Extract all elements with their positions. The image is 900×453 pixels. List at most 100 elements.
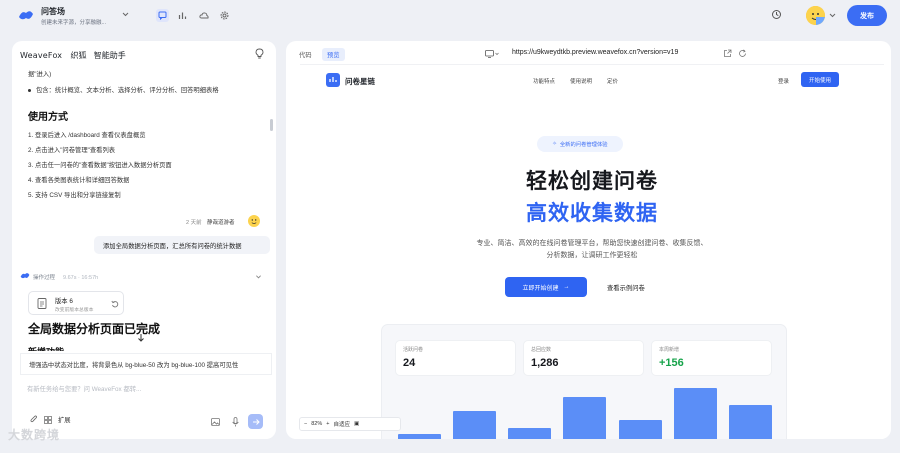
message-text: 包含：统计概览、文本分析、选择分析、评分分析、回答明细表格 [28,85,219,94]
section-heading: 使用方式 [28,112,68,123]
chat-panel: WeaveFox 织狐 智能助手 据"进入) 包含：统计概览、文本分析、选择分析… [12,41,276,439]
external-link-icon[interactable] [723,49,732,58]
chart-bar [453,411,497,439]
avatar[interactable] [806,6,825,25]
stat-label: 总回应数 [531,347,552,353]
chevron-down-icon[interactable] [255,274,262,280]
chevron-down-icon[interactable] [829,12,836,19]
publish-button[interactable]: 发布 [847,5,887,26]
message-time: 2 天前 [186,220,202,226]
tab-preview[interactable]: 预览 [322,48,345,61]
chart-icon[interactable] [176,9,189,22]
create-survey-button[interactable]: 立即开始创建 → [505,277,587,297]
site-preview: 问卷星链 功能特点 使用说明 定价 登录 开始使用 ✧ 全新的问卷管理体验 轻松创… [300,64,884,439]
screenshot-icon[interactable]: ▣ [354,421,359,427]
grid-icon[interactable] [44,415,52,424]
list-item: 4. 查看各类图表统计和详细回答数据 [28,177,130,184]
hero-description: 专业、简洁、高效的在线问卷管理平台，帮助您快速创建问卷、收集反馈、 分析数据，让… [476,240,708,259]
weavefox-logo-icon [20,271,30,280]
chart-bar [728,404,772,439]
avatar [248,215,260,227]
tab-assistant[interactable]: 智能助手 [94,51,126,60]
dashboard-preview: 活跃问卷 24 总回应数 1,286 本周新增 +156 [381,324,787,439]
chat-header: WeaveFox 织狐 智能助手 [20,50,126,61]
zoom-control: − 82% + 自适应 ▣ [299,417,401,431]
login-link[interactable]: 登录 [778,77,789,85]
nav-link-features[interactable]: 功能特点 [533,77,555,85]
feature-badge: ✧ 全新的问卷管理体验 [537,136,623,152]
chart-bar [563,397,607,439]
list-item: 1. 登录后进入 /dashboard 查看仪表盘概览 [28,132,146,139]
stat-label: 活跃问卷 [403,347,424,353]
user-message: 添加全局数据分析页面，汇总所有问卷的统计数据 [94,236,270,254]
address-bar[interactable]: https://u9kweydtkb.preview.weavefox.cn?v… [512,49,678,56]
start-button[interactable]: 开始使用 [801,72,839,87]
version-card[interactable]: 版本 6 改变前版本总版本 [28,291,124,315]
app-name[interactable]: 问答场 [41,6,65,17]
stat-value: +156 [659,357,684,369]
tab-weave[interactable]: 织狐 [70,51,86,60]
nav-link-pricing[interactable]: 定价 [607,77,618,85]
nav-link-guide[interactable]: 使用说明 [570,77,592,85]
chart-bar [618,420,662,439]
arrow-down-icon[interactable] [137,333,145,343]
document-icon [37,298,47,309]
sparkle-icon: ✧ [552,141,557,147]
tab-code[interactable]: 代码 [294,48,317,61]
stat-card: 本周新增 +156 [651,340,772,376]
cloud-icon[interactable] [197,9,210,22]
gear-icon[interactable] [218,9,231,22]
chevron-down-icon[interactable] [122,11,129,18]
lightbulb-icon[interactable] [255,48,264,59]
suggestion-chip[interactable]: 增强选中状态对比度，将背景色从 bg-blue-50 改为 bg-blue-10… [20,353,272,375]
message-text: 据"进入) [28,71,52,78]
watermark: 大数跨境 [8,428,61,442]
refresh-icon[interactable] [738,49,747,58]
hero-subtitle: 高效收集数据 [526,202,658,225]
arrow-right-icon: → [563,284,570,290]
minus-icon[interactable]: − [304,421,307,427]
process-label[interactable]: 操作过程 9.67s · 16:57h [33,273,98,281]
image-icon[interactable] [211,418,220,426]
stat-value: 1,286 [531,357,559,369]
app-subtitle: 创建未来字源，分享融融... [41,20,107,26]
list-item: 2. 点击进入"问卷管理"查看列表 [28,147,116,154]
version-subtitle: 改变前版本总版本 [55,308,94,313]
list-item: 5. 支持 CSV 导出和分享链接复制 [28,192,121,199]
stat-value: 24 [403,357,416,369]
example-survey-link[interactable]: 查看示例问卷 [607,283,645,292]
version-title: 版本 6 [55,298,73,305]
top-bar: 问答场 创建未来字源，分享融融... 发布 [0,0,900,33]
brand-name: WeaveFox [20,51,63,60]
monitor-icon[interactable] [485,50,499,58]
site-name[interactable]: 问卷星链 [345,76,375,87]
history-icon[interactable] [771,9,782,20]
stat-label: 本周新增 [659,347,680,353]
features-heading: 新增功能 [28,345,64,351]
scrollbar[interactable] [270,119,273,131]
zoom-level: 82% [311,421,323,427]
stat-card: 总回应数 1,286 [523,340,644,376]
attachment-icon[interactable] [30,415,38,424]
plus-icon[interactable]: + [326,421,329,427]
chat-input[interactable]: 有新任务给与您要？问 WeaveFox 都转... [27,384,141,393]
weavefox-logo-icon [18,8,34,22]
chart-bar [398,434,442,439]
chart-bar [673,387,717,439]
user-name: 静哉道游者 [207,220,235,226]
arrow-right-icon [252,418,260,425]
expand-button[interactable]: 扩展 [58,415,71,424]
preview-panel: 代码 预览 https://u9kweydtkb.preview.weavefo… [286,41,891,439]
hero-title: 轻松创建问卷 [526,170,658,193]
microphone-icon[interactable] [232,417,239,427]
fit-button[interactable]: 自适应 [333,420,350,428]
chart-bar [508,428,552,439]
list-item: 3. 点击任一问卷的"查看数据"按钮进入数据分析页面 [28,162,172,169]
restore-icon[interactable] [111,300,119,308]
input-toolbar: 扩展 [30,415,71,424]
bar-chart [392,383,778,439]
chat-icon[interactable] [156,9,169,22]
stat-card: 活跃问卷 24 [395,340,516,376]
send-button[interactable] [248,414,263,429]
site-logo-icon [326,73,340,87]
